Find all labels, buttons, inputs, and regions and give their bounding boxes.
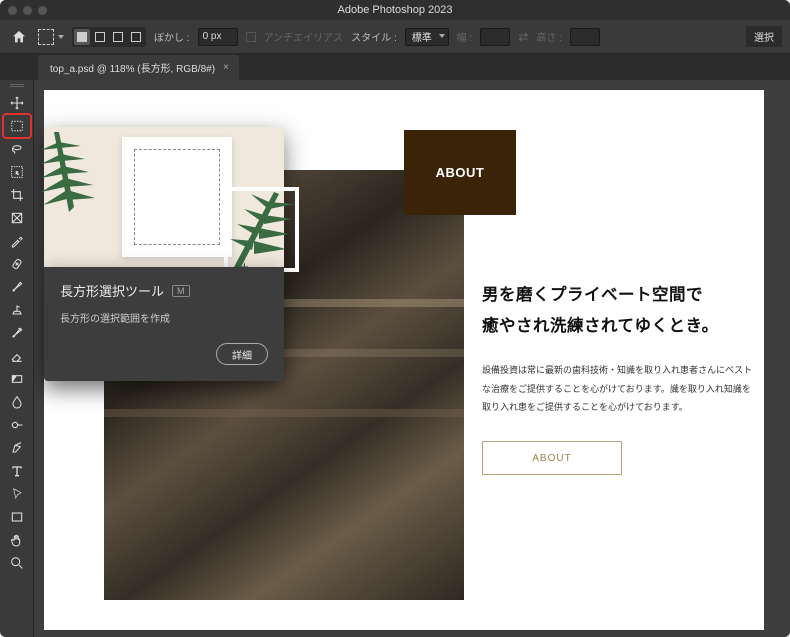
- window-controls: [8, 6, 47, 15]
- type-tool[interactable]: [4, 460, 30, 482]
- document-tab-title: top_a.psd @ 118% (長方形, RGB/8#): [50, 60, 215, 75]
- object-selection-tool[interactable]: [4, 161, 30, 183]
- copy-block: 男を磨くプライベート空間で 癒やされ洗練されてゆくとき。 設備投資は常に最新の歯…: [482, 280, 757, 475]
- selection-new[interactable]: [74, 29, 90, 45]
- selection-subtract[interactable]: [110, 29, 126, 45]
- height-input: [570, 28, 600, 46]
- eyedropper-tool[interactable]: [4, 230, 30, 252]
- close-tab-icon[interactable]: ×: [223, 62, 229, 73]
- lasso-tool[interactable]: [4, 138, 30, 160]
- selection-mode-group: [72, 27, 146, 47]
- maximize-window-icon[interactable]: [38, 6, 47, 15]
- hand-tool[interactable]: [4, 529, 30, 551]
- close-window-icon[interactable]: [8, 6, 17, 15]
- feather-label: ぼかし :: [154, 29, 190, 44]
- swap-dims-icon: ⇄: [518, 30, 528, 44]
- move-tool[interactable]: [4, 92, 30, 114]
- crop-tool[interactable]: [4, 184, 30, 206]
- style-select[interactable]: 標準: [405, 28, 449, 46]
- frame-tool[interactable]: [4, 207, 30, 229]
- body-text: 設備投資は常に最新の歯科技術・知識を取り入れ患者さんにベストな治療をご提供するこ…: [482, 361, 757, 418]
- feather-input[interactable]: [198, 28, 238, 46]
- blur-tool[interactable]: [4, 391, 30, 413]
- home-button[interactable]: [8, 26, 30, 48]
- selection-add[interactable]: [92, 29, 108, 45]
- document-tab[interactable]: top_a.psd @ 118% (長方形, RGB/8#) ×: [38, 55, 239, 80]
- rectangle-shape-tool[interactable]: [4, 506, 30, 528]
- about-button[interactable]: ABOUT: [482, 441, 622, 475]
- path-selection-tool[interactable]: [4, 483, 30, 505]
- clone-stamp-tool[interactable]: [4, 299, 30, 321]
- canvas-area[interactable]: ABOUT 男を磨くプライベート空間で 癒やされ洗練されてゆくとき。 設備投資は…: [34, 80, 790, 637]
- spot-healing-tool[interactable]: [4, 253, 30, 275]
- width-input: [480, 28, 510, 46]
- antialias-label: アンチエイリアス: [264, 29, 344, 44]
- dodge-tool[interactable]: [4, 414, 30, 436]
- height-label: 高さ :: [536, 29, 562, 44]
- pen-tool[interactable]: [4, 437, 30, 459]
- photo-frame: [122, 137, 232, 257]
- options-bar: ぼかし : アンチエイリアス スタイル : 標準 幅 : ⇄ 高さ : 選択: [0, 20, 790, 54]
- headline: 男を磨くプライベート空間で 癒やされ洗練されてゆくとき。: [482, 280, 757, 343]
- leaf-illustration-right: [224, 187, 299, 272]
- tooltip-preview: [44, 127, 284, 267]
- style-label: スタイル :: [351, 29, 397, 44]
- gradient-tool[interactable]: [4, 368, 30, 390]
- tooltip-title: 長方形選択ツール: [60, 281, 164, 300]
- tools-panel: [0, 80, 34, 637]
- panel-grip-icon[interactable]: [10, 84, 24, 87]
- zoom-tool[interactable]: [4, 552, 30, 574]
- about-badge: ABOUT: [404, 130, 516, 215]
- eraser-tool[interactable]: [4, 345, 30, 367]
- tooltip-detail-button[interactable]: 詳細: [216, 343, 268, 365]
- marquee-indicator-icon: [38, 29, 54, 45]
- app-title: Adobe Photoshop 2023: [338, 4, 453, 16]
- select-mask-button[interactable]: 選択: [746, 26, 782, 47]
- brush-tool[interactable]: [4, 276, 30, 298]
- titlebar: Adobe Photoshop 2023: [0, 0, 790, 20]
- document-tabs: top_a.psd @ 118% (長方形, RGB/8#) ×: [0, 54, 790, 80]
- tool-tooltip: 長方形選択ツール M 長方形の選択範囲を作成 詳細: [44, 267, 284, 381]
- minimize-window-icon[interactable]: [23, 6, 32, 15]
- tooltip-shortcut: M: [172, 285, 190, 297]
- leaf-illustration-left: [39, 122, 109, 222]
- history-brush-tool[interactable]: [4, 322, 30, 344]
- artboard: ABOUT 男を磨くプライベート空間で 癒やされ洗練されてゆくとき。 設備投資は…: [44, 90, 764, 630]
- selection-intersect[interactable]: [128, 29, 144, 45]
- antialias-checkbox: [246, 32, 256, 42]
- tooltip-description: 長方形の選択範囲を作成: [60, 310, 268, 325]
- width-label: 幅 :: [457, 29, 473, 44]
- rectangular-marquee-tool[interactable]: [4, 115, 30, 137]
